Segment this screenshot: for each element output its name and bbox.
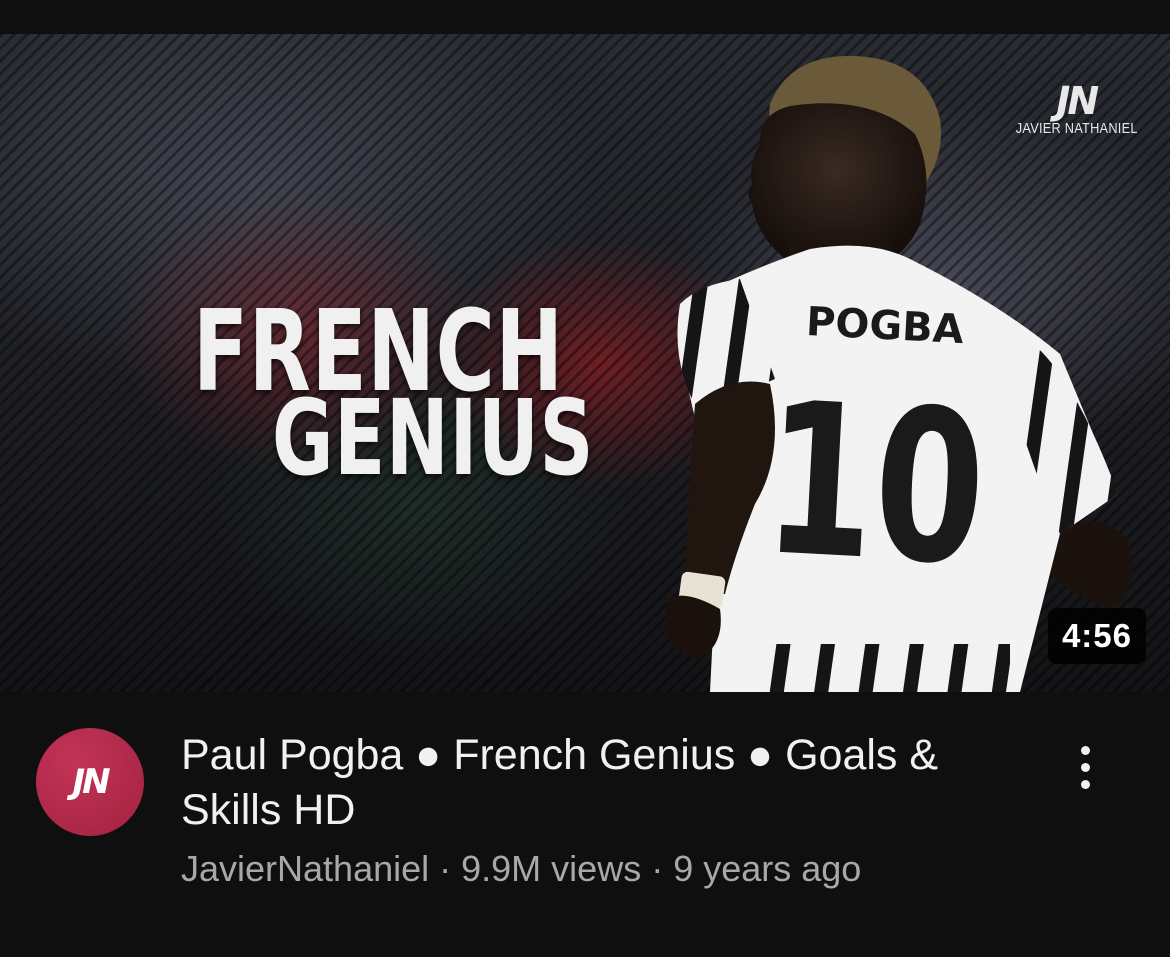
- duration-badge: 4:56: [1047, 608, 1146, 664]
- dot: [1080, 762, 1090, 772]
- video-subtitle: JavierNathaniel · 9.9M views · 9 years a…: [181, 848, 861, 890]
- avatar-initials: JN: [72, 762, 110, 802]
- separator: ·: [429, 848, 462, 889]
- channel-name[interactable]: JavierNathaniel: [181, 848, 429, 889]
- thumbnail-title-line2: GENIUS: [272, 377, 595, 499]
- separator: ·: [641, 848, 674, 889]
- dot: [1080, 745, 1090, 755]
- watermark-name: JAVIER NATHANIEL: [1015, 120, 1138, 137]
- watermark-logo: JN: [1056, 79, 1099, 123]
- jersey-number: 10: [759, 357, 991, 613]
- view-count: 9.9M views: [461, 848, 642, 889]
- video-meta: JN Paul Pogba ● French Genius ● Goals & …: [0, 692, 1170, 957]
- more-vert-icon[interactable]: [1060, 732, 1110, 802]
- watermark: JN JAVIER NATHANIEL: [1005, 82, 1148, 137]
- video-thumbnail[interactable]: FRENCH GENIUS POGBA 10 JN JAVIER NATHANI…: [0, 34, 1170, 692]
- jersey-name: POGBA: [805, 299, 965, 353]
- upload-age: 9 years ago: [673, 848, 862, 889]
- dot: [1080, 779, 1090, 789]
- top-bar: [0, 0, 1170, 34]
- video-title[interactable]: Paul Pogba ● French Genius ● Goals & Ski…: [181, 728, 1031, 838]
- channel-avatar[interactable]: JN: [36, 728, 144, 836]
